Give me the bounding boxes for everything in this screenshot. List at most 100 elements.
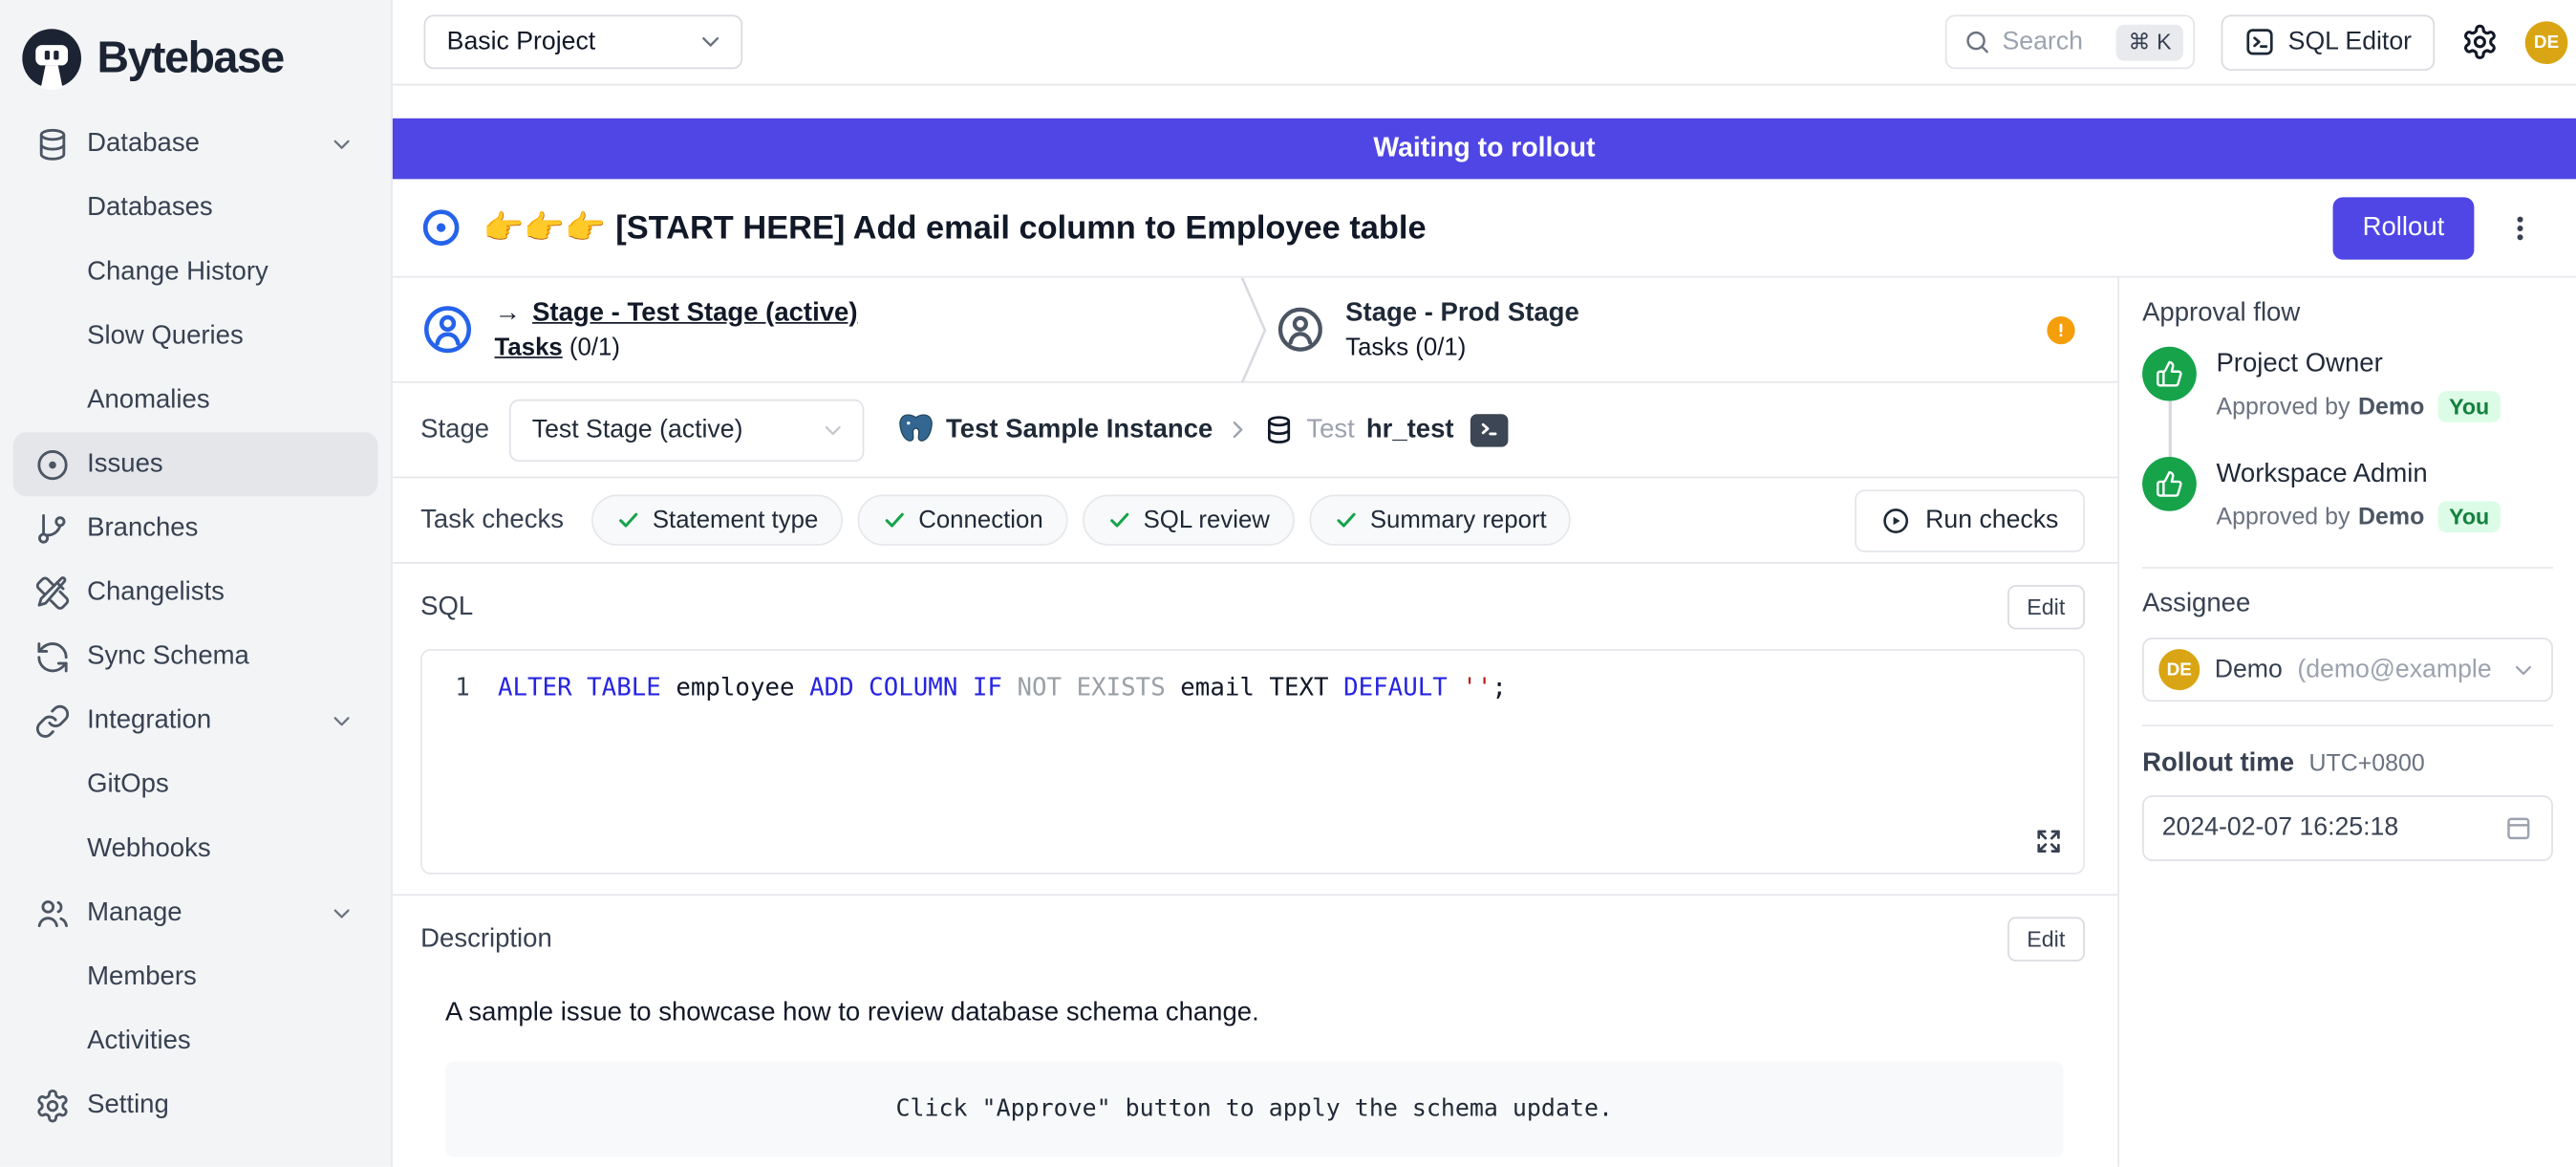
issues-icon [34,446,71,483]
check-icon [616,508,641,532]
sidebar-item-branches[interactable]: Branches [13,496,378,560]
task-check-pills: Statement type Connection SQL review Summar… [591,495,1571,546]
approval-step-project-owner: Project OwnerApproved byDemoYou [2142,347,2553,422]
sidebar-item-integration[interactable]: Integration [13,688,378,752]
sidebar-item-issues[interactable]: Issues [13,432,378,496]
instance-name[interactable]: Test Sample Instance [946,415,1213,444]
sql-token: ; [1492,672,1507,702]
link-icon [34,702,71,739]
sidebar-item-webhooks[interactable]: Webhooks [13,817,378,881]
stage-card-test[interactable]: →Stage - Test Stage (active) Tasks (0/1) [393,278,858,381]
rollout-time-heading: Rollout time [2142,749,2294,779]
task-check-label: Connection [918,507,1042,534]
task-check-label: Statement type [653,507,818,534]
rollout-button[interactable]: Rollout [2333,196,2475,258]
project-select[interactable]: Basic Project [424,14,743,69]
stage-chevron-divider [1240,278,1273,383]
settings-gear-icon[interactable] [2461,23,2500,61]
description-note: Click "Approve" button to apply the sche… [445,1062,2064,1157]
description-edit-button[interactable]: Edit [2007,917,2085,961]
kebab-menu-icon[interactable] [2501,208,2540,248]
sidebar-item-databases[interactable]: Databases [13,176,378,240]
bytebase-logo-icon [18,25,85,92]
task-check-statement-type[interactable]: Statement type [591,495,843,546]
sidebar-item-label: Manage [87,898,182,928]
sql-token: ADD COLUMN IF [809,672,1017,702]
open-sql-console-icon[interactable] [1470,413,1509,445]
sql-editor-button[interactable]: SQL Editor [2221,14,2435,70]
check-icon [1107,508,1132,532]
stage-person-icon-active [420,302,475,357]
sidebar-item-label: Anomalies [87,385,209,415]
assignee-avatar: DE [2158,649,2200,690]
sql-token: email TEXT [1180,672,1343,702]
sql-token: ALTER TABLE [498,672,676,702]
sidebar-item-database[interactable]: Database [13,112,378,176]
chevron-right-icon [1224,416,1252,443]
search-shortcut-badge: ⌘ K [2116,24,2182,60]
sql-editor[interactable]: 1 ALTER TABLE employee ADD COLUMN IF NOT… [420,649,2085,875]
approver-name: Demo [2358,394,2424,421]
chevron-down-icon [697,28,724,55]
sql-token: NOT EXISTS [1017,672,1180,702]
brand-logo[interactable]: Bytebase [0,0,391,102]
chevron-down-icon [329,131,355,158]
sidebar-item-activities[interactable]: Activities [13,1009,378,1073]
database-name[interactable]: hr_test [1366,415,1454,444]
run-checks-button[interactable]: Run checks [1855,489,2085,551]
sql-token: employee [676,672,809,702]
stage-selector-row: Stage Test Stage (active) Test Sample In… [393,383,2117,479]
task-check-label: SQL review [1144,507,1270,534]
sidebar-nav: DatabaseDatabasesChange History Slow Quer… [0,102,391,1137]
sidebar-item-members[interactable]: Members [13,945,378,1009]
expand-editor-icon[interactable] [2034,827,2064,856]
stage-card-prod[interactable]: Stage - Prod Stage Tasks (0/1) [1275,278,2117,381]
task-check-summary-report[interactable]: Summary report [1309,495,1571,546]
issue-title: 👉👉👉[START HERE] Add email column to Empl… [483,207,1426,249]
you-badge: You [2437,391,2501,422]
sidebar-item-manage[interactable]: Manage [13,881,378,945]
sidebar-item-gitops[interactable]: GitOps [13,752,378,816]
sidebar-item-change-history[interactable]: Change History [13,240,378,304]
stage-test-tasks-link[interactable]: Tasks [495,333,563,360]
approval-role: Project Owner [2216,350,2501,379]
assignee-name: Demo [2215,655,2283,684]
approval-step-text: Project OwnerApproved byDemoYou [2216,347,2501,422]
stage-selector-label: Stage [420,415,489,444]
sidebar-item-label: Webhooks [87,834,210,864]
chevron-down-icon [329,899,355,926]
changelist-icon [34,574,71,611]
calendar-icon [2503,813,2533,843]
approval-steps: Project OwnerApproved byDemoYouWorkspace… [2142,347,2553,532]
issue-header: 👉👉👉[START HERE] Add email column to Empl… [393,179,2576,277]
sidebar-item-anomalies[interactable]: Anomalies [13,368,378,432]
current-stage-arrow: → [495,298,522,328]
sidebar-item-setting[interactable]: Setting [13,1073,378,1137]
task-check-connection[interactable]: Connection [858,495,1068,546]
stage-prod-tasks-count: (0/1) [1415,333,1466,360]
assignee-select[interactable]: DE Demo (demo@example [2142,638,2553,702]
sidebar-item-changelists[interactable]: Changelists [13,560,378,624]
task-check-label: Summary report [1370,507,1547,534]
assignee-heading: Assignee [2142,590,2553,619]
approval-flow-heading: Approval flow [2142,299,2553,329]
sidebar-item-slow-queries[interactable]: Slow Queries [13,304,378,368]
chevron-down-icon [820,417,847,443]
assignee-email: (demo@example [2297,655,2495,684]
issue-header-actions: Rollout [2333,196,2576,258]
sidebar: Bytebase DatabaseDatabasesChange History… [0,0,393,1167]
user-avatar[interactable]: DE [2525,20,2568,63]
gear-icon [34,1087,71,1123]
issue-open-icon [420,207,462,249]
play-circle-icon [1881,506,1911,535]
search-input[interactable]: Search ⌘ K [1944,14,2194,69]
sidebar-item-label: Slow Queries [87,321,244,351]
stage-select[interactable]: Test Stage (active) [509,399,864,461]
chevron-down-icon [2510,657,2537,683]
sql-code-line: 1 ALTER TABLE employee ADD COLUMN IF NOT… [422,672,2083,702]
sql-edit-button[interactable]: Edit [2007,585,2085,629]
rollout-time-input[interactable]: 2024-02-07 16:25:18 [2142,795,2553,861]
stage-prod-name: Stage - Prod Stage [1345,298,1579,328]
sidebar-item-sync-schema[interactable]: Sync Schema [13,624,378,688]
task-check-sql-review[interactable]: SQL review [1083,495,1295,546]
